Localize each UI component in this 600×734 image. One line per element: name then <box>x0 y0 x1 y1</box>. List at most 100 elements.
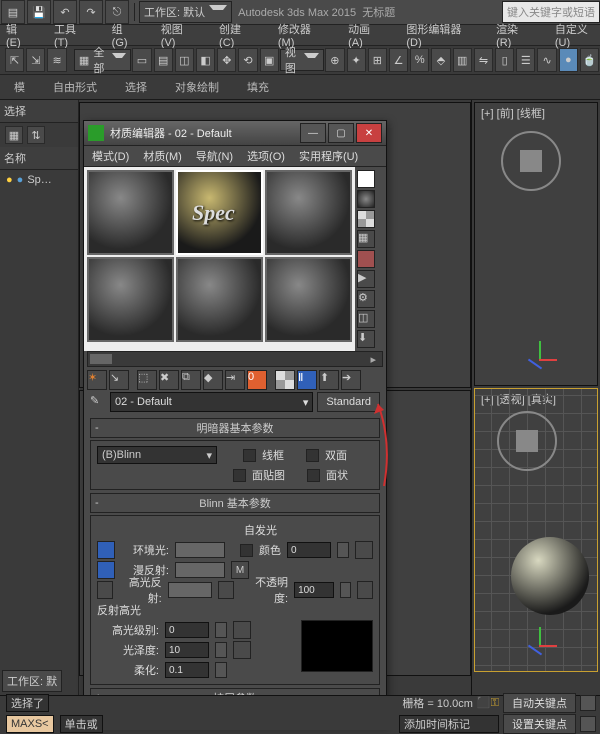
region-icon[interactable]: ◫ <box>175 48 194 72</box>
go-to-parent-icon[interactable]: ⬆ <box>319 370 339 390</box>
set-key-button[interactable]: 设置关键点 <box>503 714 576 734</box>
go-forward-icon[interactable]: ➔ <box>341 370 361 390</box>
display-filter-icon[interactable]: ▦ <box>5 126 23 144</box>
save-icon[interactable]: 💾 <box>27 0 51 24</box>
select-icon[interactable]: ▭ <box>132 48 151 72</box>
menu-render[interactable]: 渲染(R) <box>496 21 531 49</box>
sample-uv-icon[interactable]: ▦ <box>357 230 375 248</box>
backlight-icon[interactable] <box>357 190 375 208</box>
specular-lock-icon[interactable] <box>97 581 113 599</box>
sample-slot-selected[interactable] <box>176 170 263 255</box>
window-crossing-icon[interactable]: ◧ <box>196 48 215 72</box>
diffuse-lock-icon[interactable] <box>97 561 115 579</box>
spinner-up-down[interactable] <box>215 622 227 638</box>
bind-icon[interactable]: ≋ <box>47 48 66 72</box>
put-to-library-icon[interactable]: ⇥ <box>225 370 245 390</box>
close-button[interactable]: ✕ <box>356 123 382 143</box>
options-icon[interactable]: ⚙ <box>357 290 375 308</box>
spinner-up-down[interactable] <box>215 642 227 658</box>
tab-populate[interactable]: 填充 <box>247 79 269 95</box>
maximize-button[interactable]: ▢ <box>328 123 354 143</box>
rotate-icon[interactable]: ⟲ <box>238 48 257 72</box>
reset-map-icon[interactable]: ✖ <box>159 370 179 390</box>
face-map-checkbox[interactable] <box>233 469 246 482</box>
rollout-blinn-basic[interactable]: -Blinn 基本参数 <box>90 493 380 513</box>
sphere-object[interactable] <box>511 537 589 615</box>
spinner-up-down[interactable] <box>215 662 227 678</box>
sample-slot[interactable] <box>265 170 352 255</box>
align-icon[interactable]: ▯ <box>495 48 514 72</box>
selfillum-color-checkbox[interactable] <box>240 544 253 557</box>
material-editor-titlebar[interactable]: 材质编辑器 - 02 - Default — ▢ ✕ <box>84 121 386 146</box>
tab-selection[interactable]: 选择 <box>125 79 147 95</box>
video-color-icon[interactable] <box>357 250 375 268</box>
spinner-up-down[interactable] <box>337 542 349 558</box>
menu-create[interactable]: 创建(C) <box>219 21 254 49</box>
glossiness-spinner[interactable]: 10 <box>165 642 209 658</box>
name-column[interactable]: 名称 <box>0 147 78 170</box>
search-box[interactable]: 键入关键字或短语 <box>502 1 600 23</box>
link-tool-icon[interactable]: ⇱ <box>5 48 24 72</box>
specular-level-spinner[interactable]: 0 <box>165 622 209 638</box>
menu-group[interactable]: 组(G) <box>112 21 137 49</box>
show-in-viewport-icon[interactable] <box>275 370 295 390</box>
material-editor-icon[interactable]: ● <box>559 48 578 72</box>
named-sel-icon[interactable]: ▥ <box>453 48 472 72</box>
show-end-result-icon[interactable]: Ⅱ <box>297 370 317 390</box>
me-menu-options[interactable]: 选项(O) <box>247 148 285 164</box>
viewport-front[interactable]: [+] [前] [线框] <box>474 102 598 386</box>
menu-animation[interactable]: 动画(A) <box>348 21 382 49</box>
get-material-icon[interactable]: ✶ <box>87 370 107 390</box>
scene-item[interactable]: ● ● Sp… <box>0 170 78 190</box>
faceted-checkbox[interactable] <box>307 469 320 482</box>
background-icon[interactable] <box>357 210 375 228</box>
material-map-nav-icon[interactable]: ⬇ <box>357 330 375 348</box>
ref-coord-dropdown[interactable]: 视图 <box>280 49 324 71</box>
snap-icon[interactable]: ⊞ <box>368 48 387 72</box>
put-to-scene-icon[interactable]: ↘ <box>109 370 129 390</box>
two-sided-checkbox[interactable] <box>306 449 319 462</box>
ambient-lock-icon[interactable] <box>97 541 115 559</box>
specular-map-button[interactable] <box>218 581 234 599</box>
menu-customize[interactable]: 自定义(U) <box>555 21 600 49</box>
sample-scrollbar[interactable]: ▸ <box>87 351 383 367</box>
selfillum-map-button[interactable] <box>355 541 373 559</box>
selection-filter-dropdown[interactable]: ▦ 全部 <box>74 49 131 71</box>
sample-slot[interactable] <box>87 170 174 255</box>
sample-slot[interactable] <box>176 257 263 342</box>
key-mode-icon[interactable] <box>580 716 596 732</box>
spinner-snap-icon[interactable]: ⬘ <box>431 48 450 72</box>
layers-icon[interactable]: ☰ <box>516 48 535 72</box>
diffuse-swatch[interactable] <box>175 562 225 578</box>
ambient-swatch[interactable] <box>175 542 225 558</box>
specular-swatch[interactable] <box>168 582 213 598</box>
key-icon[interactable]: ⬛⚿ <box>477 696 499 710</box>
manip-icon[interactable]: ✦ <box>347 48 366 72</box>
rollout-shader-basic[interactable]: -明暗器基本参数 <box>90 418 380 438</box>
make-copy-icon[interactable]: ⧉ <box>181 370 201 390</box>
percent-snap-icon[interactable]: % <box>410 48 429 72</box>
gloss-map-button[interactable] <box>233 641 251 659</box>
auto-key-button[interactable]: 自动关键点 <box>503 693 576 713</box>
menu-edit[interactable]: 辑(E) <box>6 21 30 49</box>
menu-tools[interactable]: 工具(T) <box>54 21 88 49</box>
minimize-button[interactable]: — <box>300 123 326 143</box>
make-preview-icon[interactable]: ▶ <box>357 270 375 288</box>
assign-to-selection-icon[interactable]: ⬚ <box>137 370 157 390</box>
key-filters-icon[interactable] <box>580 695 596 711</box>
me-menu-navigation[interactable]: 导航(N) <box>196 148 233 164</box>
unlink-tool-icon[interactable]: ⇲ <box>26 48 45 72</box>
workspace-footer[interactable]: 工作区: 默 <box>2 670 62 692</box>
material-type-button[interactable]: Standard <box>317 392 380 412</box>
view-cube[interactable] <box>501 131 561 191</box>
select-name-icon[interactable]: ▤ <box>154 48 173 72</box>
curve-editor-icon[interactable]: ∿ <box>537 48 556 72</box>
opacity-map-button[interactable] <box>357 581 373 599</box>
move-icon[interactable]: ✥ <box>217 48 236 72</box>
make-unique-icon[interactable]: ◆ <box>203 370 223 390</box>
me-menu-modes[interactable]: 模式(D) <box>92 148 129 164</box>
sample-slot[interactable] <box>265 257 352 342</box>
shader-dropdown[interactable]: (B)Blinn▾ <box>97 446 217 464</box>
spinner-up-down[interactable] <box>340 582 351 598</box>
sort-icon[interactable]: ⇅ <box>27 126 45 144</box>
